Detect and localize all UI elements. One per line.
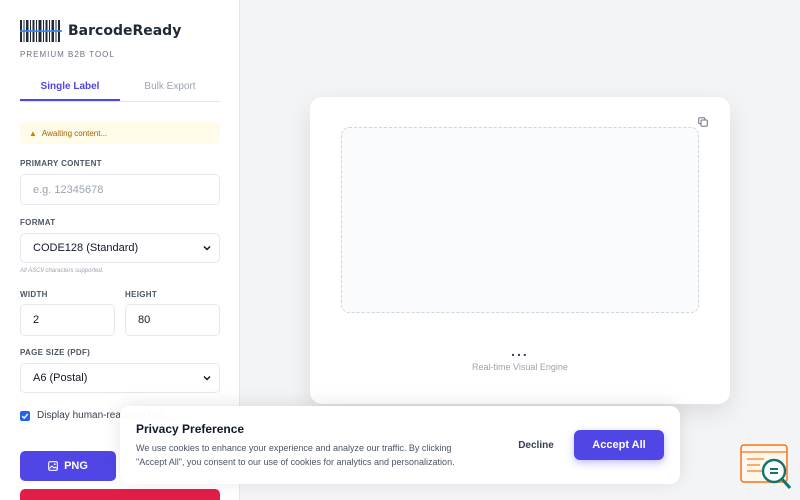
preview-card: ... Real-time Visual Engine <box>310 97 730 404</box>
primary-content-input[interactable] <box>20 174 220 205</box>
height-input[interactable] <box>125 304 220 336</box>
decline-button[interactable]: Decline <box>508 432 564 458</box>
status-alert-text: Awaiting content... <box>41 128 108 138</box>
human-readable-checkbox[interactable] <box>20 410 30 421</box>
cookie-title: Privacy Preference <box>136 422 245 436</box>
accept-all-button[interactable]: Accept All <box>574 430 664 460</box>
copy-icon[interactable] <box>698 117 708 127</box>
barcode-preview-area <box>341 127 699 313</box>
chevron-down-icon <box>203 245 211 251</box>
warning-icon: ▲ <box>29 128 37 138</box>
engine-label: Real-time Visual Engine <box>472 362 568 372</box>
page-size-select-value: A6 (Postal) <box>33 372 88 384</box>
chevron-down-icon <box>203 375 211 381</box>
page-size-label: PAGE SIZE (PDF) <box>20 348 91 357</box>
image-icon <box>48 461 58 471</box>
height-label: HEIGHT <box>125 290 158 299</box>
brand-subtitle: PREMIUM B2B TOOL <box>20 50 115 59</box>
format-label: FORMAT <box>20 218 56 227</box>
width-label: WIDTH <box>20 290 48 299</box>
mode-tabs: Single Label Bulk Export <box>20 76 220 102</box>
brand: BarcodeReady <box>20 20 181 42</box>
loading-indicator: ... <box>511 343 529 359</box>
cookie-text: We use cookies to enhance your experienc… <box>136 443 455 467</box>
primary-content-label: PRIMARY CONTENT <box>20 159 102 168</box>
download-png-label: PNG <box>64 460 88 472</box>
format-select[interactable]: CODE128 (Standard) <box>20 233 220 263</box>
page-size-select[interactable]: A6 (Postal) <box>20 363 220 393</box>
download-png-button[interactable]: PNG <box>20 451 116 481</box>
status-alert: ▲ Awaiting content... <box>20 122 220 144</box>
tab-bulk-export[interactable]: Bulk Export <box>120 76 220 101</box>
checkmark-icon <box>21 412 29 419</box>
format-select-value: CODE128 (Standard) <box>33 242 139 254</box>
cookie-banner: Privacy Preference We use cookies to enh… <box>120 406 680 484</box>
download-pdf-button[interactable] <box>20 489 220 500</box>
brand-name: BarcodeReady <box>68 23 182 39</box>
barcode-logo-icon <box>20 20 62 42</box>
width-input[interactable] <box>20 304 115 336</box>
feedback-widget-icon[interactable] <box>740 444 792 490</box>
tab-single-label[interactable]: Single Label <box>20 76 120 101</box>
format-hint: All ASCII characters supported. <box>20 268 104 274</box>
